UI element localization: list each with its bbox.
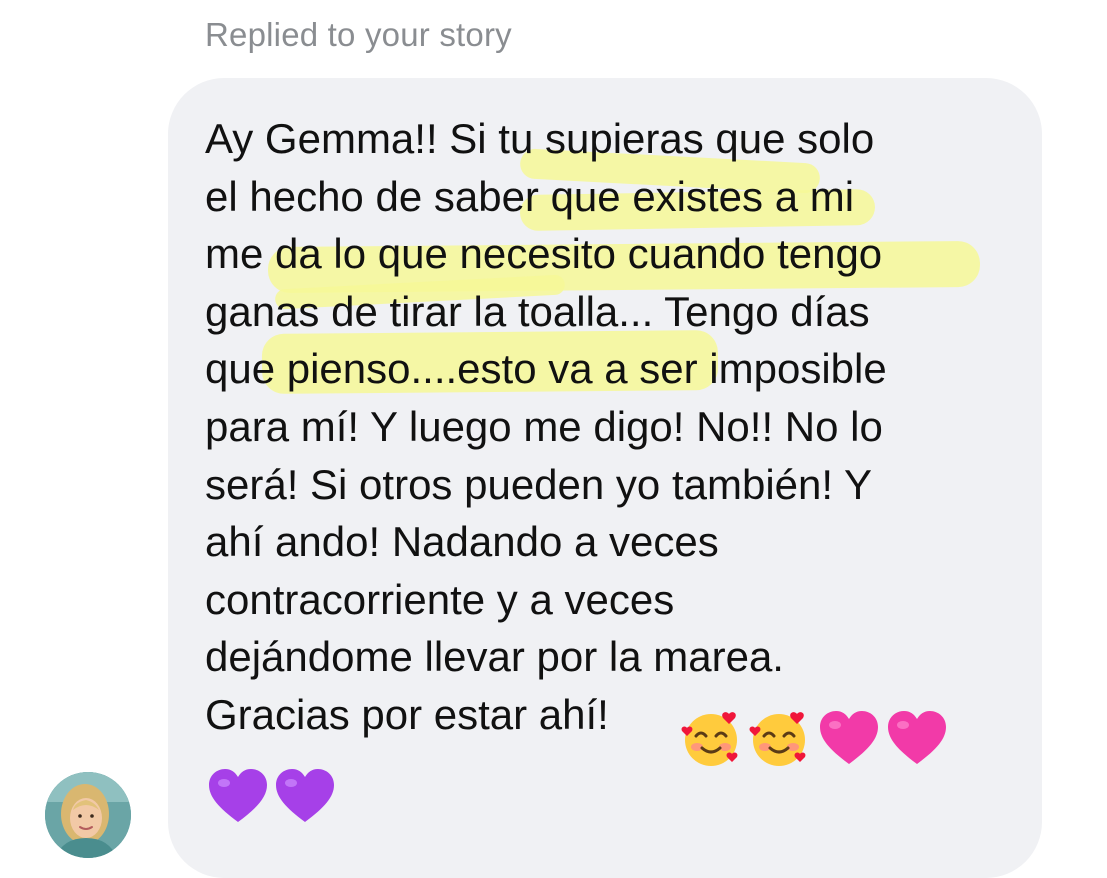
message-line: Ay Gemma!! Si tu supieras que solo <box>205 115 875 162</box>
message-line: dejándome llevar por la marea. <box>205 633 784 681</box>
pink-heart-icon <box>888 711 946 764</box>
avatar-photo <box>45 772 131 858</box>
purple-heart-icon <box>209 769 267 822</box>
pink-heart-icon <box>820 711 878 764</box>
message-line: ahí ando! Nadando a veces <box>205 518 719 566</box>
message-line: será! Si otros pueden yo también! Y <box>205 460 872 508</box>
avatar[interactable] <box>45 772 131 858</box>
purple-heart-icon <box>276 769 334 822</box>
smiling-face-with-hearts-icon <box>749 712 806 766</box>
message-line: el hecho de saber que existes a mi <box>205 172 855 220</box>
message-line: que pienso....esto va a ser imposible <box>205 345 887 393</box>
message-line: contracorriente y a veces <box>205 575 675 623</box>
message-line: para mí! Y luego me digo! No!! No lo <box>205 402 883 450</box>
message-line: ganas de tirar la toalla... Tengo días <box>205 287 870 335</box>
message-line: me da lo que necesito cuando tengo <box>205 230 883 278</box>
smiling-face-with-hearts-icon <box>681 712 738 766</box>
message-text[interactable]: Ay Gemma!! Si tu supieras que solo el he… <box>205 110 1025 744</box>
reply-header: Replied to your story <box>205 16 512 53</box>
